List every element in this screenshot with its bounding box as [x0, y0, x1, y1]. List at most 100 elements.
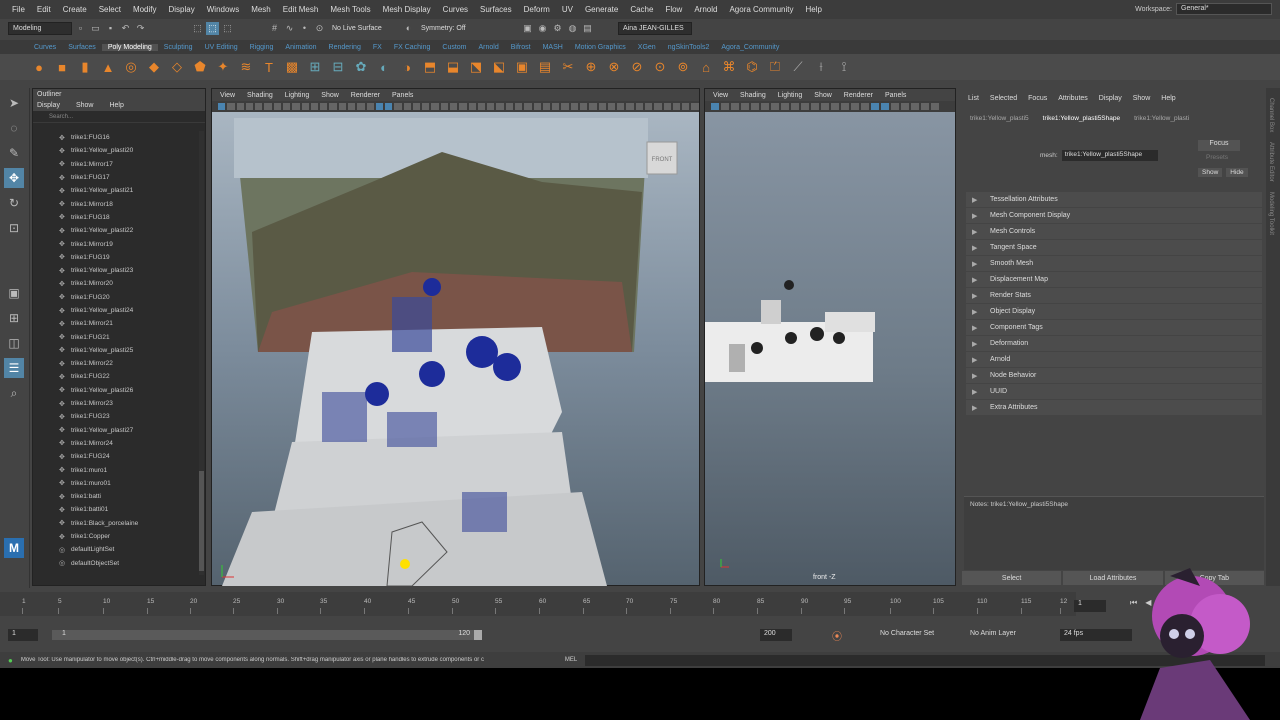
menu-deform[interactable]: Deform	[518, 5, 556, 14]
shelf-tab-bifrost[interactable]: Bifrost	[505, 44, 537, 51]
hide-button[interactable]: Hide	[1226, 168, 1248, 177]
menu-set-dropdown[interactable]: Modeling	[8, 21, 72, 35]
snap-view-icon[interactable]: ⊙	[313, 22, 326, 35]
vp-menu-renderer[interactable]: Renderer	[351, 92, 380, 99]
outliner-item[interactable]: ✥ trike1:Yellow_plasti21	[33, 184, 201, 197]
shelf-tab-rigging[interactable]: Rigging	[244, 44, 280, 51]
ae-tab-shape[interactable]: trike1:Yellow_plasti5Shape	[1043, 115, 1120, 122]
shelf-tab-ngskintools2[interactable]: ngSkinTools2	[662, 44, 716, 51]
fill-hole-icon[interactable]: ▣	[513, 58, 531, 76]
current-frame-field[interactable]: 1	[1074, 600, 1106, 612]
poly-torus-icon[interactable]: ◎	[122, 58, 140, 76]
paint-select-tool-icon[interactable]: ✎	[4, 143, 24, 163]
unfold-icon[interactable]: ⟊	[812, 58, 830, 76]
ae-menu-help[interactable]: Help	[1161, 95, 1175, 102]
mesh-name-field[interactable]: trike1:Yellow_plasti5Shape	[1061, 150, 1158, 161]
combine-icon[interactable]: ⊞	[306, 58, 324, 76]
workspace-dropdown[interactable]: General*	[1176, 3, 1272, 15]
outliner-item[interactable]: ✥ trike1:Yellow_plasti27	[33, 424, 201, 437]
outliner-item[interactable]: ✥ trike1:Mirror18	[33, 197, 201, 210]
select-button[interactable]: Select	[962, 571, 1062, 585]
append-polygon-icon[interactable]: ▤	[536, 58, 554, 76]
vpr-menu-lighting[interactable]: Lighting	[778, 92, 803, 99]
menu-select[interactable]: Select	[93, 5, 127, 14]
menu-surfaces[interactable]: Surfaces	[474, 5, 518, 14]
menu-windows[interactable]: Windows	[201, 5, 245, 14]
menu-help[interactable]: Help	[799, 5, 827, 14]
attribute-section[interactable]: ▶ Node Behavior	[966, 368, 1262, 383]
planar-mapping-icon[interactable]: ⌘	[720, 58, 738, 76]
outliner-item[interactable]: ✥ trike1:FUG23	[33, 410, 201, 423]
snap-grid-icon[interactable]: #	[268, 22, 281, 35]
outliner-search-input[interactable]: Search...	[33, 111, 205, 123]
scale-tool-icon[interactable]: ⊡	[4, 218, 24, 238]
notes-area[interactable]: Notes: trike1:Yellow_plasti5Shape	[964, 496, 1264, 570]
outliner-item[interactable]: ✥ trike1:Black_porcelaine	[33, 517, 201, 530]
show-button[interactable]: Show	[1198, 168, 1223, 177]
front-viewport-canvas[interactable]: front -Z	[705, 112, 955, 585]
attribute-section[interactable]: ▶ Arnold	[966, 352, 1262, 367]
bridge-icon[interactable]: ⬓	[444, 58, 462, 76]
hypershade-icon[interactable]: ◍	[566, 22, 579, 35]
construction-history-icon[interactable]: ◐	[402, 22, 415, 35]
menu-mesh-tools[interactable]: Mesh Tools	[324, 5, 376, 14]
extrude-icon[interactable]: ⬒	[421, 58, 439, 76]
bevel-icon[interactable]: ⬔	[467, 58, 485, 76]
outliner-item[interactable]: ✥ trike1:Yellow_plasti23	[33, 264, 201, 277]
shelf-tab-rendering[interactable]: Rendering	[323, 44, 367, 51]
shelf-tab-xgen[interactable]: XGen	[632, 44, 662, 51]
outliner-item[interactable]: ✥ trike1:FUG19	[33, 251, 201, 264]
poly-cube-icon[interactable]: ■	[53, 58, 71, 76]
attribute-section[interactable]: ▶ Mesh Controls	[966, 224, 1262, 239]
new-scene-icon[interactable]: ▫	[74, 22, 87, 35]
vp-menu-shading[interactable]: Shading	[247, 92, 273, 99]
outliner-item[interactable]: ✥ trike1:FUG16	[33, 131, 201, 144]
shelf-tab-sculpting[interactable]: Sculpting	[158, 44, 199, 51]
menu-arnold[interactable]: Arnold	[688, 5, 723, 14]
shelf-tab-surfaces[interactable]: Surfaces	[62, 44, 102, 51]
sweep-mesh-icon[interactable]: ≋	[237, 58, 255, 76]
vpr-menu-shading[interactable]: Shading	[740, 92, 766, 99]
outliner-item[interactable]: ✥ trike1:FUG20	[33, 291, 201, 304]
outliner-item[interactable]: ✥ trike1:Mirror24	[33, 437, 201, 450]
menu-file[interactable]: File	[6, 5, 31, 14]
ae-menu-selected[interactable]: Selected	[990, 95, 1017, 102]
bridge-edge-icon[interactable]: ⬕	[490, 58, 508, 76]
snap-point-icon[interactable]: •	[298, 22, 311, 35]
shelf-tab-curves[interactable]: Curves	[28, 44, 62, 51]
open-scene-icon[interactable]: ▭	[89, 22, 102, 35]
character-set-dropdown[interactable]: No Character Set	[876, 629, 958, 641]
shelf-tab-custom[interactable]: Custom	[436, 44, 472, 51]
outliner-item[interactable]: ✥ trike1:Mirror20	[33, 277, 201, 290]
menu-uv[interactable]: UV	[556, 5, 579, 14]
menu-mesh[interactable]: Mesh	[245, 5, 277, 14]
shelf-tab-mash[interactable]: MASH	[537, 44, 569, 51]
menu-display[interactable]: Display	[163, 5, 201, 14]
single-perspective-view-icon[interactable]: ▣	[4, 283, 24, 303]
save-scene-icon[interactable]: ▪	[104, 22, 117, 35]
sculpt-icon[interactable]: ⌂	[697, 58, 715, 76]
range-handle[interactable]	[474, 630, 482, 640]
arnold-render-view-icon[interactable]: ▤	[581, 22, 594, 35]
vpr-menu-view[interactable]: View	[713, 92, 728, 99]
uv-editor-icon[interactable]: ⏍	[766, 58, 784, 76]
cut-uv-icon[interactable]: ⟟	[835, 58, 853, 76]
time-slider[interactable]: 1 5 10 15 20 25 30 35 40 45 50 55 60 65 70 75 80 85 90 95 10…	[0, 592, 1076, 616]
vpr-menu-renderer[interactable]: Renderer	[844, 92, 873, 99]
move-tool-icon[interactable]: ✥	[4, 168, 24, 188]
outliner-menu-show[interactable]: Show	[76, 102, 94, 109]
attribute-section[interactable]: ▶ Smooth Mesh	[966, 256, 1262, 271]
outliner-item[interactable]: ✥ trike1:FUG17	[33, 171, 201, 184]
attribute-section[interactable]: ▶ Object Display	[966, 304, 1262, 319]
separate-icon[interactable]: ⊟	[329, 58, 347, 76]
outliner-menu-help[interactable]: Help	[109, 102, 123, 109]
snap-curve-icon[interactable]: ∿	[283, 22, 296, 35]
viewport-canvas[interactable]: FRONT	[212, 112, 699, 587]
symmetry-dropdown[interactable]: Symmetry: Off	[417, 21, 477, 35]
ae-tab-transform[interactable]: trike1:Yellow_plasti5	[970, 115, 1029, 122]
find-menu-icon[interactable]: ⌕	[4, 383, 24, 403]
vp-menu-panels[interactable]: Panels	[392, 92, 413, 99]
outliner-item[interactable]: ✥ trike1:FUG21	[33, 330, 201, 343]
animation-end-field[interactable]: 200	[760, 629, 792, 641]
mel-label[interactable]: MEL	[565, 657, 577, 663]
